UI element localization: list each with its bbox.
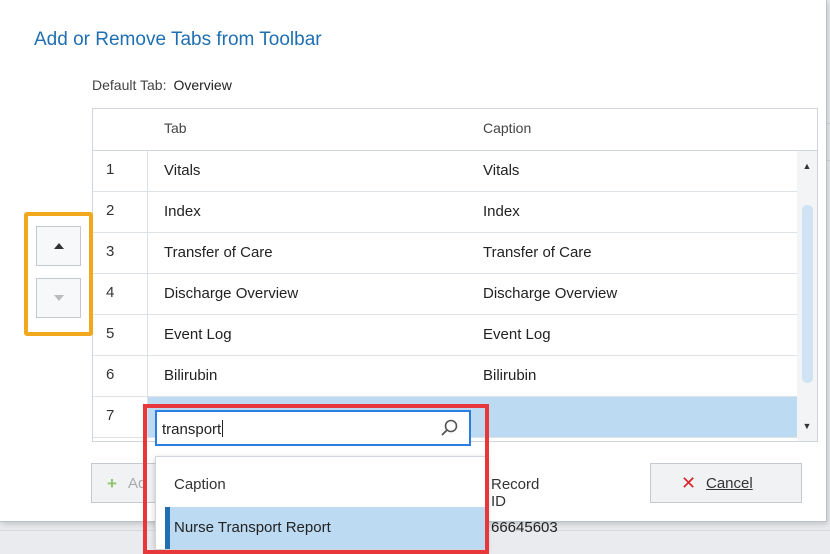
results-header: Caption Record ID <box>165 457 539 510</box>
cancel-button[interactable]: ✕ Cancel <box>650 463 802 503</box>
result-record-id: 66645603 <box>491 519 558 536</box>
row-caption: Bilirubin <box>483 367 537 384</box>
grid-scrollbar[interactable]: ▲ ▼ <box>797 151 817 441</box>
scroll-down-icon[interactable]: ▼ <box>797 417 817 435</box>
move-up-button[interactable] <box>36 226 81 266</box>
text-caret <box>222 420 224 437</box>
default-tab-value: Overview <box>173 77 232 93</box>
arrow-down-icon <box>54 295 64 301</box>
search-icon[interactable] <box>440 418 460 438</box>
add-button[interactable]: + Ad <box>91 463 161 503</box>
default-tab-label: Default Tab: <box>92 77 167 93</box>
table-row[interactable]: 2 Index Index <box>93 192 797 233</box>
row-tab: Index <box>164 203 201 220</box>
add-button-label: Ad <box>128 475 147 492</box>
table-row[interactable]: 1 Vitals Vitals <box>93 151 797 192</box>
result-item[interactable]: Nurse Transport Report 66645603 <box>165 507 558 549</box>
arrow-up-icon <box>54 243 64 249</box>
row-tab: Vitals <box>164 162 201 179</box>
cancel-button-label: Cancel <box>706 475 753 492</box>
move-down-button[interactable] <box>36 278 81 318</box>
table-row[interactable]: 5 Event Log Event Log <box>93 315 797 356</box>
row-tab: Bilirubin <box>164 367 218 384</box>
plus-icon: + <box>107 474 117 493</box>
row-number: 5 <box>93 315 148 355</box>
row-caption: Index <box>483 203 520 220</box>
column-header-tab[interactable]: Tab <box>164 120 187 136</box>
search-input-value: transport <box>162 421 222 438</box>
grid-header: Tab Caption <box>93 109 817 151</box>
default-tab-info: Default Tab: Overview <box>92 77 232 93</box>
tabs-grid: Tab Caption 1 Vitals Vitals 2 Index Inde… <box>92 108 818 442</box>
dialog-title: Add or Remove Tabs from Toolbar <box>34 29 322 50</box>
results-header-record-id: Record ID <box>491 476 540 510</box>
row-tab: Event Log <box>164 326 232 343</box>
row-tab: Transfer of Care <box>164 244 273 261</box>
row-caption: Vitals <box>483 162 520 179</box>
scroll-up-icon[interactable]: ▲ <box>797 157 817 175</box>
cancel-label-text: Cancel <box>706 475 753 492</box>
search-results-dropdown: Caption Record ID Nurse Transport Report… <box>155 456 558 550</box>
column-header-caption[interactable]: Caption <box>483 120 531 136</box>
row-number: 4 <box>93 274 148 314</box>
results-header-caption: Caption <box>174 476 226 493</box>
table-row[interactable]: 3 Transfer of Care Transfer of Care <box>93 233 797 274</box>
selection-indicator <box>165 507 170 549</box>
row-number: 6 <box>93 356 148 396</box>
result-caption: Nurse Transport Report <box>174 519 331 536</box>
row-caption: Event Log <box>483 326 551 343</box>
tab-search-input[interactable]: transport <box>155 410 471 446</box>
row-caption: Transfer of Care <box>483 244 592 261</box>
row-number: 3 <box>93 233 148 273</box>
row-number: 2 <box>93 192 148 232</box>
close-icon: ✕ <box>681 473 697 493</box>
row-number: 1 <box>93 151 148 191</box>
table-row[interactable]: 4 Discharge Overview Discharge Overview <box>93 274 797 315</box>
scroll-thumb[interactable] <box>802 205 813 383</box>
row-caption: Discharge Overview <box>483 285 618 302</box>
table-row[interactable]: 6 Bilirubin Bilirubin <box>93 356 797 397</box>
row-tab: Discharge Overview <box>164 285 299 302</box>
row-number: 7 <box>93 397 148 437</box>
